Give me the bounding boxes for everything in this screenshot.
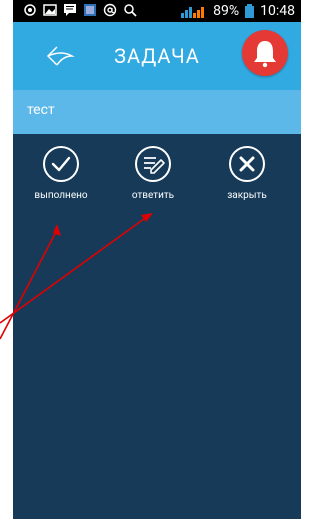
app-bar: ЗАДАЧА [13, 22, 301, 90]
task-content: выполнено ответить закрыть [13, 134, 301, 519]
app-icon [84, 4, 96, 16]
close-circle-icon [229, 146, 265, 182]
edit-circle-icon [135, 146, 171, 182]
close-action-button[interactable]: закрыть [207, 144, 287, 201]
at-icon [103, 3, 117, 17]
close-action-label: закрыть [227, 190, 267, 201]
chat-icon [64, 4, 76, 16]
search-icon [124, 4, 137, 17]
check-circle-icon [43, 146, 79, 182]
clock: 10:48 [260, 3, 295, 19]
status-icons [23, 3, 137, 17]
navigation-icon [24, 4, 36, 16]
task-title: тест [27, 102, 55, 118]
status-right: 89% 10:48 [181, 2, 295, 20]
battery-icon [245, 4, 255, 18]
battery-percent: 89% [213, 3, 240, 19]
reply-action-label: ответить [131, 190, 175, 201]
signal-icon [181, 7, 205, 18]
status-bar: 89% 10:48 [13, 0, 301, 22]
complete-action-button[interactable]: выполнено [21, 144, 101, 201]
reply-action-button[interactable]: ответить [113, 144, 193, 201]
task-header: тест [13, 90, 301, 134]
bell-icon [254, 41, 276, 68]
complete-action-label: выполнено [34, 190, 88, 201]
notifications-button[interactable] [242, 30, 288, 76]
image-icon [43, 4, 57, 16]
